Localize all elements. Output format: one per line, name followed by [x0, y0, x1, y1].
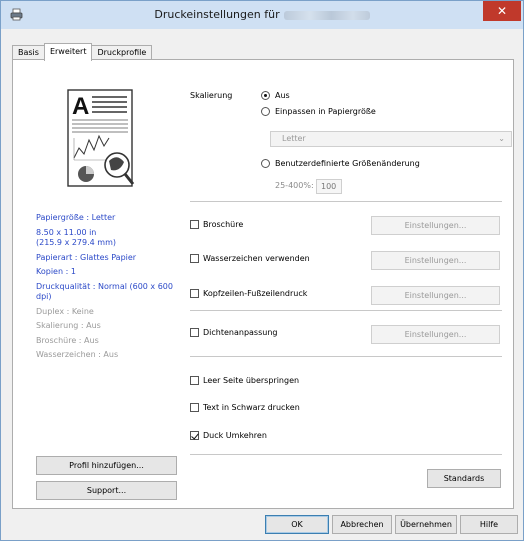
summary-quality: Druckqualität : Normal (600 x 600 dpi) — [36, 281, 173, 302]
scaling-range-label: 25-400%: — [275, 181, 314, 190]
add-profile-button[interactable]: Profil hinzufügen... — [36, 456, 177, 475]
defaults-button[interactable]: Standards — [427, 469, 501, 488]
black-text-label[interactable]: Text in Schwarz drucken — [203, 403, 300, 412]
paper-size-select[interactable]: Letter ⌄ — [270, 131, 512, 147]
skip-blank-checkbox[interactable] — [190, 376, 199, 385]
print-settings-window: Druckeinstellungen für ✕ Basis Erweitert… — [0, 0, 524, 541]
reverse-print-label[interactable]: Duck Umkehren — [203, 431, 267, 440]
booklet-checkbox[interactable] — [190, 220, 199, 229]
printer-name-redacted — [283, 10, 370, 20]
window-title: Druckeinstellungen für — [1, 8, 523, 21]
window-title-text: Druckeinstellungen für — [154, 8, 280, 21]
page-preview-image: A — [66, 88, 136, 190]
scaling-off-label[interactable]: Aus — [275, 91, 290, 100]
help-button[interactable]: Hilfe — [460, 515, 518, 534]
header-footer-checkbox[interactable] — [190, 289, 199, 298]
close-button[interactable]: ✕ — [483, 1, 521, 21]
svg-text:A: A — [72, 93, 89, 120]
ok-button[interactable]: OK — [265, 515, 329, 534]
scaling-percent-input[interactable]: 100 — [316, 179, 342, 194]
black-text-checkbox[interactable] — [190, 403, 199, 412]
summary-dimensions: 8.50 x 11.00 in (215.9 x 279.4 mm) — [36, 227, 116, 248]
support-button[interactable]: Support... — [36, 481, 177, 500]
watermark-checkbox[interactable] — [190, 254, 199, 263]
booklet-label[interactable]: Broschüre — [203, 220, 243, 229]
advanced-panel: A Papiergröße: Letter 8.50 x 11.00 in (… — [12, 59, 514, 509]
scaling-custom-radio[interactable] — [261, 159, 270, 168]
summary-watermark: Wasserzeichen : Aus — [36, 350, 119, 359]
scaling-off-radio[interactable] — [261, 91, 270, 100]
summary-paper-type: Papierart : Glattes Papier — [36, 252, 137, 262]
apply-button[interactable]: Übernehmen — [395, 515, 457, 534]
scaling-fit-label[interactable]: Einpassen in Papiergröße — [275, 107, 376, 116]
chevron-down-icon: ⌄ — [498, 134, 505, 143]
tab-erweitert[interactable]: Erweitert — [43, 43, 93, 61]
summary-copies: Kopien : 1 — [36, 267, 76, 276]
watermark-label[interactable]: Wasserzeichen verwenden — [203, 254, 310, 263]
scaling-fit-radio[interactable] — [261, 107, 270, 116]
summary-scaling: Skalierung : Aus — [36, 321, 101, 330]
skip-blank-label[interactable]: Leer Seite überspringen — [203, 376, 299, 385]
scaling-label: Skalierung — [190, 91, 233, 100]
header-footer-label[interactable]: Kopfzeilen-Fußzeilendruck — [203, 289, 307, 298]
scaling-custom-label[interactable]: Benutzerdefinierte Größenänderung — [275, 159, 420, 168]
title-bar[interactable]: Druckeinstellungen für ✕ — [1, 1, 523, 29]
tab-druckprofile[interactable]: Druckprofile — [91, 45, 153, 60]
watermark-settings-button[interactable]: Einstellungen... — [371, 251, 500, 270]
divider — [190, 310, 502, 311]
tab-basis[interactable]: Basis — [12, 45, 45, 60]
divider — [190, 356, 502, 357]
settings-summary: Papiergröße : Letter 8.50 x 11.00 in (21… — [36, 213, 186, 365]
density-checkbox[interactable] — [190, 328, 199, 337]
tab-strip: Basis Erweitert Druckprofile — [12, 43, 153, 61]
density-settings-button[interactable]: Einstellungen... — [371, 325, 500, 344]
divider — [190, 201, 502, 202]
reverse-print-checkbox[interactable] — [190, 431, 199, 440]
booklet-settings-button[interactable]: Einstellungen... — [371, 216, 500, 235]
cancel-button[interactable]: Abbrechen — [332, 515, 392, 534]
summary-duplex: Duplex : Keine — [36, 306, 94, 316]
paper-size-value: Letter — [282, 134, 306, 143]
summary-booklet: Broschüre : Aus — [36, 335, 99, 345]
density-label[interactable]: Dichtenanpassung — [203, 328, 278, 337]
header-footer-settings-button[interactable]: Einstellungen... — [371, 286, 500, 305]
divider — [190, 454, 502, 455]
summary-paper-size: Papiergröße : Letter — [36, 213, 116, 222]
